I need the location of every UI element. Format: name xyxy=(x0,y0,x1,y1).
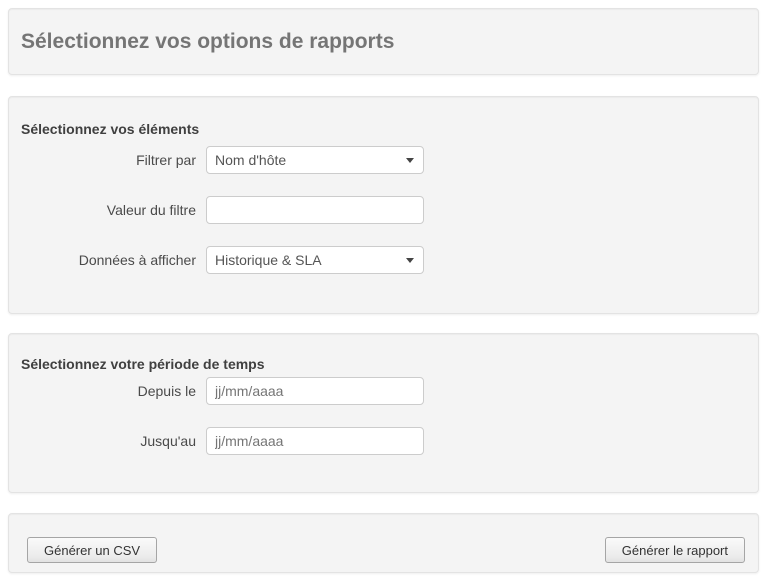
date-to-input[interactable] xyxy=(206,427,424,455)
date-from-row: Depuis le xyxy=(21,377,746,405)
data-to-display-select[interactable]: Historique & SLA xyxy=(206,246,424,274)
actions-panel: Générer un CSV Générer le rapport xyxy=(8,513,759,573)
filter-value-row: Valeur du filtre xyxy=(21,196,746,224)
date-to-label: Jusqu'au xyxy=(21,427,196,455)
generate-csv-button[interactable]: Générer un CSV xyxy=(27,537,157,563)
filter-by-label: Filtrer par xyxy=(21,146,196,174)
period-panel-heading: Sélectionnez votre période de temps xyxy=(21,354,746,374)
data-to-display-selected-value: Historique & SLA xyxy=(215,252,322,268)
filter-by-row: Filtrer par Nom d'hôte xyxy=(21,146,746,174)
date-from-label: Depuis le xyxy=(21,377,196,405)
report-options-page: Sélectionnez vos options de rapports Sél… xyxy=(0,0,767,581)
page-header-panel: Sélectionnez vos options de rapports xyxy=(8,8,759,75)
filter-value-input[interactable] xyxy=(206,196,424,224)
data-to-display-row: Données à afficher Historique & SLA xyxy=(21,246,746,274)
filter-value-label: Valeur du filtre xyxy=(21,196,196,224)
filter-by-selected-value: Nom d'hôte xyxy=(215,152,286,168)
filter-by-select[interactable]: Nom d'hôte xyxy=(206,146,424,174)
period-panel: Sélectionnez votre période de temps Depu… xyxy=(8,333,759,493)
elements-panel: Sélectionnez vos éléments Filtrer par No… xyxy=(8,96,759,314)
date-from-input[interactable] xyxy=(206,377,424,405)
generate-report-button[interactable]: Générer le rapport xyxy=(605,537,745,563)
chevron-down-icon xyxy=(406,258,414,263)
date-to-row: Jusqu'au xyxy=(21,427,746,455)
chevron-down-icon xyxy=(406,158,414,163)
data-to-display-label: Données à afficher xyxy=(21,246,196,274)
page-title: Sélectionnez vos options de rapports xyxy=(21,30,394,54)
elements-panel-heading: Sélectionnez vos éléments xyxy=(21,119,746,139)
